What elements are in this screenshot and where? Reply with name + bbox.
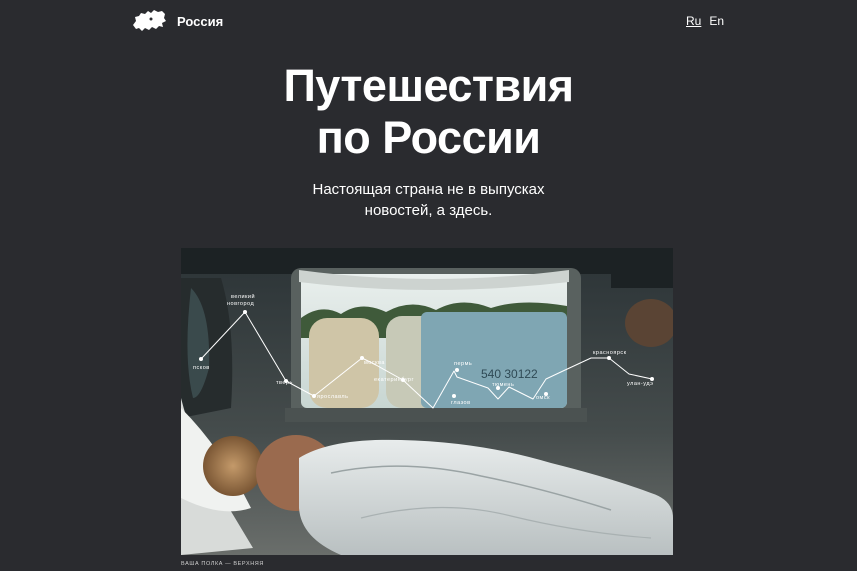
svg-text:540 30122: 540 30122 (481, 367, 538, 381)
city-label-moscow: москва (364, 360, 385, 366)
page-title-line-1: Путешествия (283, 60, 574, 111)
city-label-krasnoyarsk: красноярск (593, 350, 627, 356)
city-label-pskov: псков (193, 365, 210, 371)
city-label-yaroslavl: ярославль (317, 394, 348, 400)
city-label-glazov: глазов (451, 400, 471, 406)
page-subtitle-line-1: Настоящая страна не в выпусках (312, 181, 545, 198)
city-label-veliky-novgorod-line-2: новгород (227, 301, 254, 307)
city-label-tver: тверь (276, 380, 293, 386)
city-label-omsk: омск (536, 395, 550, 401)
page-title-line-2: по России (316, 112, 541, 163)
page-title: Путешествия по России (0, 60, 857, 164)
language-ru-link[interactable]: Ru (686, 14, 701, 28)
city-label-yekaterinburg: екатеринбург (374, 377, 414, 383)
page-subtitle-line-2: новостей, а здесь. (364, 202, 493, 219)
image-caption: ваша полка — верхняя (181, 561, 264, 567)
page-subtitle: Настоящая страна не в выпусках новостей,… (0, 179, 857, 221)
top-bar: Россия Ru En (0, 0, 857, 44)
city-label-tyumen: тюмень (492, 382, 514, 388)
language-en-link[interactable]: En (709, 14, 724, 28)
brand-name: Россия (177, 13, 224, 29)
city-label-veliky-novgorod-line-1: великий (231, 293, 255, 300)
city-label-perm: пермь (454, 361, 472, 367)
hero-image: 540 30122 псков великий новгород тверь я… (181, 248, 673, 555)
brand-home-link[interactable]: Россия (131, 8, 223, 34)
language-switcher: Ru En (686, 14, 724, 28)
city-label-ulan-ude: улан-удэ (627, 381, 653, 387)
russia-map-icon (131, 8, 167, 34)
